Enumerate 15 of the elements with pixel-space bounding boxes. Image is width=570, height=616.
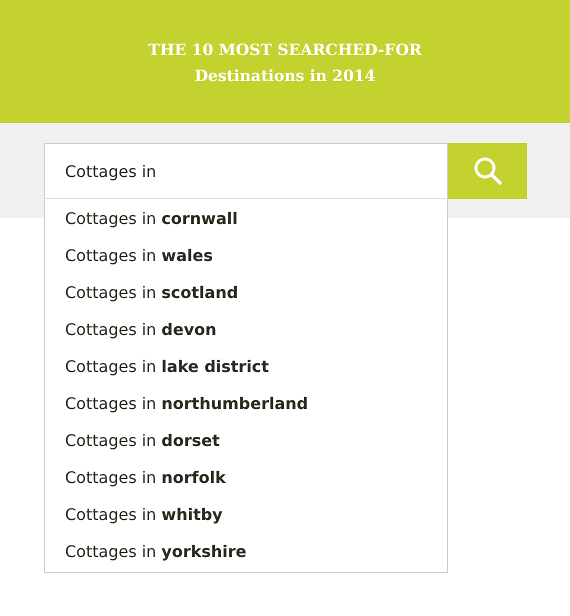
search-field[interactable]: Cottages in xyxy=(44,143,448,199)
search-icon xyxy=(472,156,502,186)
suggestion-item[interactable]: Cottages in devon xyxy=(45,311,447,348)
suggestion-item[interactable]: Cottages in lake district xyxy=(45,348,447,385)
suggestion-item[interactable]: Cottages in dorset xyxy=(45,422,447,459)
search-button[interactable] xyxy=(448,143,527,199)
banner-title: Destinations in 2014 xyxy=(194,64,376,86)
suggestion-item[interactable]: Cottages in northumberland xyxy=(45,385,447,422)
banner-title: THE 10 MOST SEARCHED-FOR xyxy=(148,38,422,60)
suggestion-item[interactable]: Cottages in wales xyxy=(45,237,447,274)
suggestion-item[interactable]: Cottages in scotland xyxy=(45,274,447,311)
suggestion-item[interactable]: Cottages in norfolk xyxy=(45,459,447,496)
suggestion-item[interactable]: Cottages in whitby xyxy=(45,496,447,533)
suggestion-item[interactable]: Cottages in yorkshire xyxy=(45,533,447,570)
suggestion-item[interactable]: Cottages in cornwall xyxy=(45,200,447,237)
